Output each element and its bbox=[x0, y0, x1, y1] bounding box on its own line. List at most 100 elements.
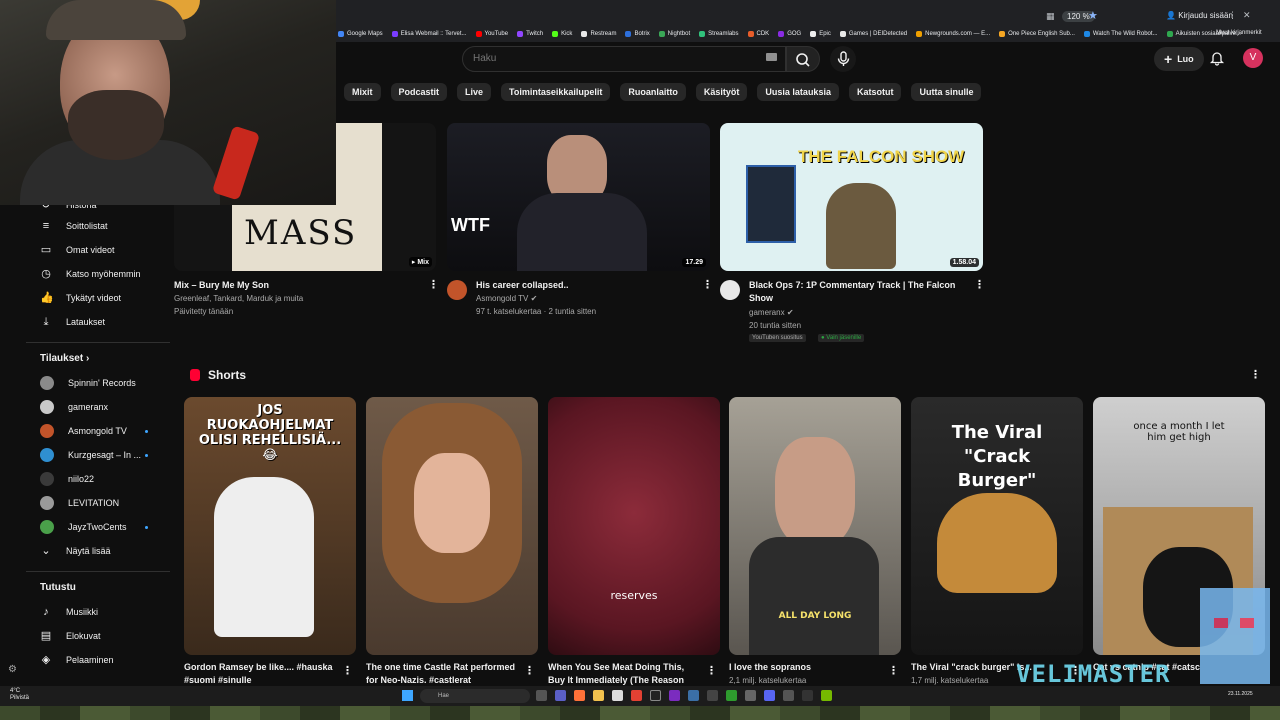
subscription-item[interactable]: Asmongold TV bbox=[26, 419, 170, 443]
bookmark-item[interactable]: Twitch bbox=[517, 31, 543, 37]
obs-icon[interactable] bbox=[650, 690, 661, 701]
nvidia-icon[interactable] bbox=[821, 690, 832, 701]
video-thumbnail[interactable]: WTF 17.29 bbox=[447, 123, 710, 271]
subscription-item[interactable]: Kurzgesagt – In ... bbox=[26, 443, 170, 467]
video-thumbnail[interactable]: THE FALCON SHOW 1.58.04 bbox=[720, 123, 983, 271]
sidebar-item-playlists[interactable]: ≡ Soittolistat bbox=[26, 214, 170, 238]
subscription-item[interactable]: Spinnin' Records bbox=[26, 371, 170, 395]
subscription-item[interactable]: LEVITATION bbox=[26, 491, 170, 515]
firefox-icon[interactable] bbox=[574, 690, 585, 701]
store-icon[interactable] bbox=[612, 690, 623, 701]
keyboard-icon[interactable] bbox=[766, 53, 777, 61]
bookmark-item[interactable]: Google Maps bbox=[338, 31, 383, 37]
taskbar-search[interactable]: Hae bbox=[420, 689, 530, 703]
channel-name[interactable]: gameranx ✔ bbox=[749, 306, 794, 319]
bookmark-star-icon[interactable]: ★ bbox=[1088, 9, 1098, 22]
channel-name[interactable]: Asmongold TV ✔ bbox=[476, 292, 537, 305]
short-title[interactable]: Gordon Ramsey be like.... #hauska #suomi… bbox=[184, 661, 334, 687]
create-button[interactable]: + Luo bbox=[1154, 47, 1204, 71]
shorts-more-icon[interactable]: ⋮ bbox=[1250, 368, 1261, 381]
bookmark-item[interactable]: GOG bbox=[778, 31, 801, 37]
bookmark-item[interactable]: Elisa Webmail :: Tervet... bbox=[391, 31, 467, 37]
video-title[interactable]: His career collapsed.. bbox=[476, 279, 696, 292]
search-button[interactable] bbox=[786, 46, 820, 72]
bookmark-item[interactable]: CDK bbox=[747, 31, 769, 37]
short-title[interactable]: When You See Meat Doing This, Buy It Imm… bbox=[548, 661, 698, 687]
more-options-icon[interactable]: ⋮ bbox=[888, 664, 899, 677]
settings-gear-icon[interactable]: ⚙ bbox=[8, 664, 17, 675]
more-options-icon[interactable]: ⋮ bbox=[974, 278, 985, 291]
app-icon[interactable] bbox=[745, 690, 756, 701]
bookmark-item[interactable]: Epic bbox=[810, 31, 831, 37]
subscriptions-heading[interactable]: Tilaukset › bbox=[26, 347, 170, 371]
bookmark-item[interactable]: Watch The Wild Robot... bbox=[1083, 31, 1158, 37]
browser-menu-icons[interactable]: ⋮✕ bbox=[1228, 10, 1257, 21]
extension-icon[interactable]: ▦ bbox=[1046, 11, 1055, 22]
folder-icon[interactable] bbox=[593, 690, 604, 701]
sidebar-item-downloads[interactable]: ⤓ Lataukset bbox=[26, 310, 170, 334]
chip[interactable]: Käsityöt bbox=[695, 83, 748, 101]
app-icon[interactable] bbox=[707, 690, 718, 701]
channel-avatar[interactable] bbox=[447, 280, 467, 300]
bookmark-item[interactable]: Nightbot bbox=[658, 31, 690, 37]
app-icon[interactable] bbox=[669, 690, 680, 701]
subscription-item[interactable]: JayzTwoCents bbox=[26, 515, 170, 539]
search-input[interactable] bbox=[473, 53, 753, 64]
teams-icon[interactable] bbox=[555, 690, 566, 701]
video-title[interactable]: Black Ops 7: 1P Commentary Track | The F… bbox=[749, 279, 964, 305]
steam-icon[interactable] bbox=[688, 690, 699, 701]
more-options-icon[interactable]: ⋮ bbox=[428, 278, 439, 291]
chip[interactable]: Uusia latauksia bbox=[757, 83, 839, 101]
bookmark-item[interactable]: Botrix bbox=[625, 31, 650, 37]
chip[interactable]: Toimintaseikkailupelit bbox=[501, 83, 611, 101]
weather-widget[interactable]: 4°C Pilvistä bbox=[10, 688, 29, 702]
search-box[interactable] bbox=[462, 46, 786, 72]
xbox-icon[interactable] bbox=[726, 690, 737, 701]
more-options-icon[interactable]: ⋮ bbox=[524, 664, 535, 677]
app-icon[interactable] bbox=[802, 690, 813, 701]
bookmark-item[interactable]: One Piece English Sub... bbox=[999, 31, 1075, 37]
more-options-icon[interactable]: ⋮ bbox=[342, 664, 353, 677]
chrome-icon[interactable] bbox=[631, 690, 642, 701]
chip[interactable]: Uutta sinulle bbox=[911, 83, 982, 101]
bookmark-item[interactable]: Newgrounds.com — E... bbox=[916, 31, 990, 37]
bookmark-item[interactable]: Restream bbox=[581, 31, 616, 37]
video-title[interactable]: Mix – Bury Me My Son bbox=[174, 279, 414, 292]
bookmark-item[interactable]: Games | DEIDetected bbox=[839, 31, 907, 37]
signin-button[interactable]: 👤 Kirjaudu sisään bbox=[1166, 11, 1233, 20]
taskbar-clock[interactable]: 23.11.2025 bbox=[1228, 691, 1253, 697]
chip[interactable]: Katsotut bbox=[848, 83, 902, 101]
chip[interactable]: Podcastit bbox=[390, 83, 448, 101]
show-more-button[interactable]: ⌄ Näytä lisää bbox=[26, 539, 170, 563]
sidebar-item-liked[interactable]: 👍 Tykätyt videot bbox=[26, 286, 170, 310]
discord-icon[interactable] bbox=[764, 690, 775, 701]
subscription-item[interactable]: niilo22 bbox=[26, 467, 170, 491]
app-icon[interactable] bbox=[783, 690, 794, 701]
subscription-item[interactable]: gameranx bbox=[26, 395, 170, 419]
sidebar-item-music[interactable]: ♪ Musiikki bbox=[26, 600, 170, 624]
short-thumbnail[interactable]: JOS RUOKAOHJELMAT OLISI REHELLISIÄ...😂 bbox=[184, 397, 356, 655]
more-options-icon[interactable]: ⋮ bbox=[702, 278, 713, 291]
account-avatar[interactable]: V bbox=[1243, 48, 1263, 68]
chip[interactable]: Ruoanlaitto bbox=[620, 83, 686, 101]
short-thumbnail[interactable]: ALL DAY LONG bbox=[729, 397, 901, 655]
short-thumbnail[interactable]: The Viral "Crack Burger" bbox=[911, 397, 1083, 655]
sidebar-item-movies[interactable]: ▤ Elokuvat bbox=[26, 624, 170, 648]
sidebar-item-watch-later[interactable]: ◷ Katso myöhemmin bbox=[26, 262, 170, 286]
sidebar-item-your-videos[interactable]: ▭ Omat videot bbox=[26, 238, 170, 262]
sidebar-item-gaming[interactable]: ◈ Pelaaminen bbox=[26, 648, 170, 672]
chip[interactable]: Mixit bbox=[344, 83, 381, 101]
start-icon[interactable] bbox=[402, 690, 413, 701]
bookmark-item[interactable]: Streamlabs bbox=[699, 31, 739, 37]
short-title[interactable]: I love the sopranos bbox=[729, 661, 879, 674]
chip[interactable]: Live bbox=[457, 83, 492, 101]
more-options-icon[interactable]: ⋮ bbox=[706, 664, 717, 677]
bookmark-item[interactable]: YouTube bbox=[475, 31, 508, 37]
voice-search-button[interactable] bbox=[830, 46, 856, 72]
notifications-bell-icon[interactable] bbox=[1209, 50, 1225, 66]
other-bookmarks[interactable]: Muut kirjanmerkit bbox=[1216, 30, 1262, 36]
taskview-icon[interactable] bbox=[536, 690, 547, 701]
short-thumbnail[interactable] bbox=[366, 397, 538, 655]
channel-avatar[interactable] bbox=[720, 280, 740, 300]
short-title[interactable]: The one time Castle Rat performed for Ne… bbox=[366, 661, 516, 687]
